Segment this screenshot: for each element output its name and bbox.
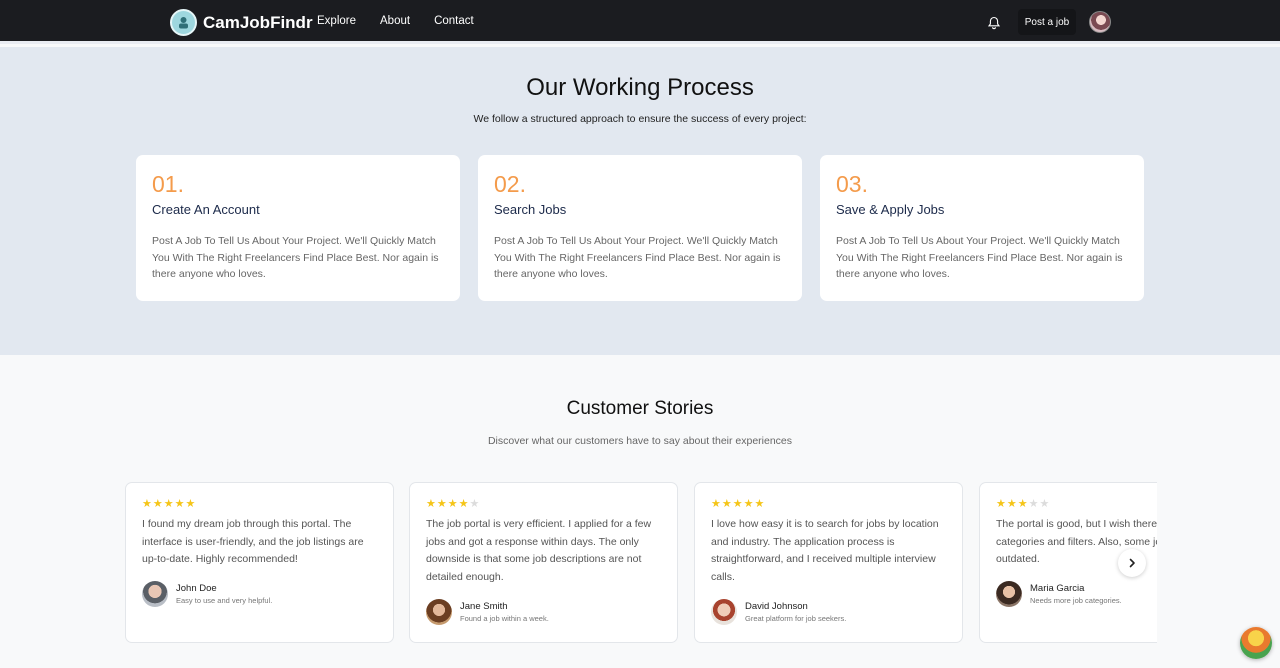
story-card: ★ ★ ★ ★ ★ I found my dream job through this … bbox=[125, 482, 394, 643]
post-job-button[interactable]: Post a job bbox=[1018, 9, 1076, 35]
rating-stars: ★ ★ ★ ★ ★ bbox=[711, 498, 946, 510]
avatar bbox=[142, 581, 168, 607]
step-card: 01. Create An Account Post A Job To Tell… bbox=[136, 155, 460, 301]
star-icon: ★ bbox=[743, 497, 754, 510]
star-icon: ★ bbox=[185, 497, 196, 510]
star-icon: ★ bbox=[1039, 497, 1050, 510]
star-icon: ★ bbox=[469, 497, 480, 510]
star-icon: ★ bbox=[1017, 497, 1028, 510]
step-card: 02. Search Jobs Post A Job To Tell Us Ab… bbox=[478, 155, 802, 301]
stories-carousel: ★ ★ ★ ★ ★ I found my dream job through this … bbox=[124, 482, 1157, 644]
user-note: Found a job within a week. bbox=[460, 614, 549, 623]
avatar bbox=[711, 599, 737, 625]
step-title: Save & Apply Jobs bbox=[836, 202, 945, 217]
story-text: I love how easy it is to search for jobs… bbox=[711, 518, 939, 583]
user-note: Needs more job categories. bbox=[1030, 596, 1122, 605]
step-description: Post A Job To Tell Us About Your Project… bbox=[836, 235, 1123, 280]
step-description: Post A Job To Tell Us About Your Project… bbox=[494, 235, 781, 280]
user-note: Great platform for job seekers. bbox=[745, 614, 847, 623]
avatar bbox=[996, 581, 1022, 607]
user-note: Easy to use and very helpful. bbox=[176, 596, 273, 605]
step-number: 01. bbox=[152, 171, 184, 197]
star-icon: ★ bbox=[754, 497, 765, 510]
story-user: Maria Garcia Needs more job categories. bbox=[996, 581, 1122, 607]
brand-name: CamJobFindr bbox=[203, 12, 313, 32]
rating-stars: ★ ★ ★ ★ ★ bbox=[996, 498, 1157, 510]
process-title: Our Working Process bbox=[526, 74, 754, 101]
star-icon: ★ bbox=[732, 497, 743, 510]
chevron-right-icon bbox=[1129, 558, 1135, 568]
star-icon: ★ bbox=[721, 497, 732, 510]
story-user: David Johnson Great platform for job see… bbox=[711, 599, 846, 625]
nav-explore[interactable]: Explore bbox=[317, 15, 356, 27]
star-icon: ★ bbox=[163, 497, 174, 510]
story-user: Jane Smith Found a job within a week. bbox=[426, 599, 549, 625]
floating-assistant-icon[interactable] bbox=[1240, 627, 1272, 659]
user-name: Jane Smith bbox=[460, 601, 508, 612]
navbar: CamJobFindr Explore About Contact Post a… bbox=[0, 0, 1280, 44]
step-title: Create An Account bbox=[152, 202, 260, 217]
star-icon: ★ bbox=[142, 497, 152, 510]
logo-icon bbox=[170, 9, 197, 36]
step-number: 03. bbox=[836, 171, 868, 197]
star-icon: ★ bbox=[447, 497, 458, 510]
nav-links: Explore About Contact bbox=[317, 15, 474, 27]
avatar bbox=[426, 599, 452, 625]
step-description: Post A Job To Tell Us About Your Project… bbox=[152, 235, 439, 280]
star-icon: ★ bbox=[711, 497, 721, 510]
star-icon: ★ bbox=[426, 497, 436, 510]
stories-title: Customer Stories bbox=[566, 398, 714, 419]
process-subtitle: We follow a structured approach to ensur… bbox=[473, 113, 807, 125]
user-name: John Doe bbox=[176, 583, 217, 594]
step-number: 02. bbox=[494, 171, 526, 197]
rating-stars: ★ ★ ★ ★ ★ bbox=[142, 498, 377, 510]
star-icon: ★ bbox=[152, 497, 163, 510]
nav-about[interactable]: About bbox=[380, 15, 410, 27]
stories-subtitle: Discover what our customers have to say … bbox=[487, 435, 793, 447]
step-title: Search Jobs bbox=[494, 202, 567, 217]
star-icon: ★ bbox=[436, 497, 447, 510]
star-icon: ★ bbox=[996, 497, 1006, 510]
user-avatar[interactable] bbox=[1089, 11, 1111, 33]
working-process-section: Our Working Process We follow a structur… bbox=[0, 47, 1280, 355]
nav-contact[interactable]: Contact bbox=[434, 15, 474, 27]
story-user: John Doe Easy to use and very helpful. bbox=[142, 581, 272, 607]
star-icon: ★ bbox=[458, 497, 469, 510]
story-card: ★ ★ ★ ★ ★ The job portal is very efficient. … bbox=[409, 482, 678, 643]
star-icon: ★ bbox=[1028, 497, 1039, 510]
step-card: 03. Save & Apply Jobs Post A Job To Tell… bbox=[820, 155, 1144, 301]
rating-stars: ★ ★ ★ ★ ★ bbox=[426, 498, 661, 510]
story-card: ★ ★ ★ ★ ★ I love how easy it is to search fo… bbox=[694, 482, 963, 643]
user-name: David Johnson bbox=[745, 601, 808, 612]
story-text: The job portal is very efficient. I appl… bbox=[426, 518, 652, 583]
star-icon: ★ bbox=[174, 497, 185, 510]
star-icon: ★ bbox=[1006, 497, 1017, 510]
user-name: Maria Garcia bbox=[1030, 583, 1085, 594]
carousel-next-button[interactable] bbox=[1118, 549, 1146, 577]
brand[interactable]: CamJobFindr bbox=[170, 9, 313, 36]
bell-icon[interactable] bbox=[987, 15, 1001, 30]
story-text: I found my dream job through this portal… bbox=[142, 518, 364, 565]
